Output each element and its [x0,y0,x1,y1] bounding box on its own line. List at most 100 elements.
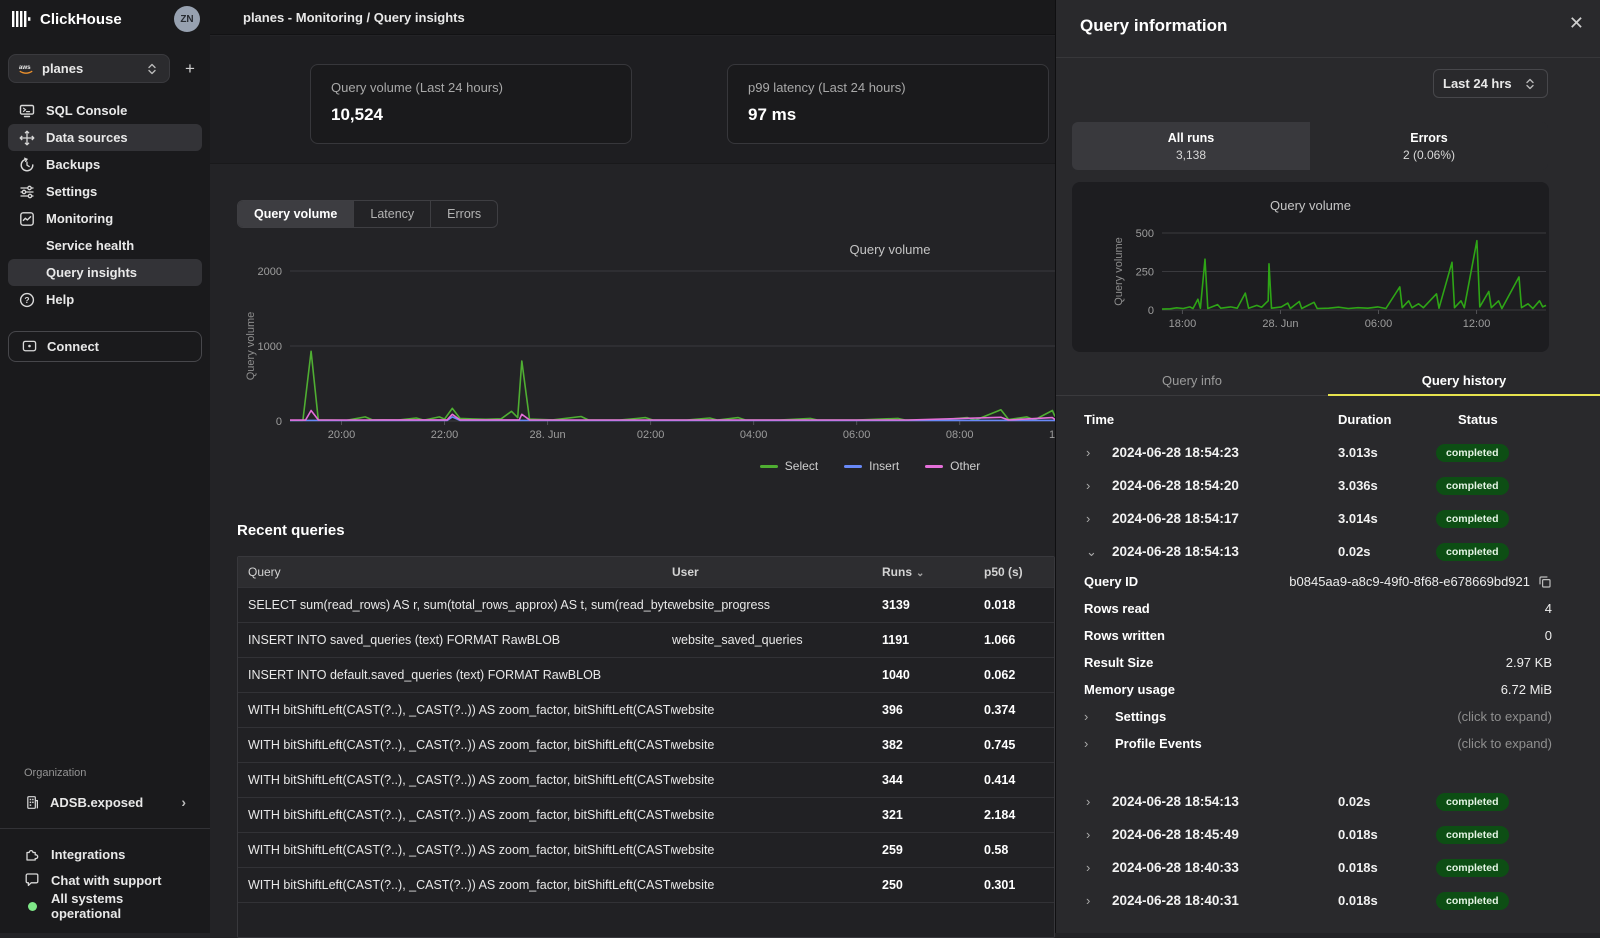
p50-cell: 0.414 [984,773,1054,787]
table-row[interactable]: WITH bitShiftLeft(CAST(?..), _CAST(?..))… [238,867,1054,902]
recent-queries-body: SELECT sum(read_rows) AS r, sum(total_ro… [238,587,1054,937]
mini-query-volume-chart: 025050018:0028. Jun06:0012:00Query volum… [1072,222,1549,350]
detail-row-profile-events[interactable]: ›Profile Events(click to expand) [1056,730,1600,757]
sidebar-item-label: Settings [46,184,97,199]
expand-chevron-icon[interactable]: › [1086,827,1100,842]
status-badge: completed [1436,510,1509,528]
table-row[interactable]: WITH bitShiftLeft(CAST(?..), _CAST(?..))… [238,692,1054,727]
sidebar-item-settings[interactable]: Settings [8,178,202,205]
detail-row-settings[interactable]: ›Settings(click to expand) [1056,703,1600,730]
svg-text:04:00: 04:00 [740,429,768,441]
footer-item-integrations[interactable]: Integrations [0,841,210,867]
history-row[interactable]: ›2024-06-28 18:54:203.036scompleted [1056,469,1600,502]
legend-item-other[interactable]: Other [925,459,980,473]
column-query[interactable]: Query [238,565,672,579]
tab-query-volume[interactable]: Query volume [238,201,353,227]
svg-text:2000: 2000 [258,266,282,278]
table-row[interactable]: WITH bitShiftLeft(CAST(?..), _CAST(?..))… [238,762,1054,797]
p50-cell: 0.374 [984,703,1054,717]
tab-query-history[interactable]: Query history [1328,366,1600,396]
sidebar-item-help[interactable]: ?Help [8,286,202,313]
summary-errors[interactable]: Errors 2 (0.06%) [1310,122,1548,170]
expand-chevron-icon[interactable]: › [1086,860,1100,875]
history-row[interactable]: ›2024-06-28 18:54:173.014scompleted [1056,502,1600,535]
tab-errors[interactable]: Errors [430,201,497,227]
query-volume-chart: 01000200020:0022:0028. Jun02:0004:0006:0… [210,240,1055,450]
help-icon: ? [19,292,35,308]
collapse-chevron-icon[interactable]: ⌄ [1086,544,1100,560]
stat-label: Query volume (Last 24 hours) [331,80,611,95]
sidebar-item-service-health[interactable]: Service health [8,232,202,259]
stat-label: p99 latency (Last 24 hours) [748,80,1028,95]
table-row[interactable]: WITH bitShiftLeft(CAST(?..), _CAST(?..))… [238,727,1054,762]
query-cell: WITH bitShiftLeft(CAST(?..), _CAST(?..))… [238,878,672,892]
svg-text:06:00: 06:00 [1365,318,1393,330]
breadcrumb: planes - Monitoring / Query insights [243,10,465,25]
expand-chevron-icon[interactable]: › [1086,478,1100,493]
expand-chevron-icon[interactable]: › [1086,511,1100,526]
svg-text:250: 250 [1136,267,1154,279]
detail-label: Rows read [1084,601,1150,616]
table-row[interactable]: INSERT INTO saved_queries (text) FORMAT … [238,622,1054,657]
expand-chevron-icon[interactable]: › [1084,709,1098,724]
history-duration: 0.02s [1338,794,1424,809]
column-p50[interactable]: p50 (s) [984,565,1054,579]
legend-item-select[interactable]: Select [760,459,818,473]
copy-icon[interactable] [1538,575,1552,589]
tab-query-info[interactable]: Query info [1056,366,1328,395]
status-badge: completed [1436,892,1509,910]
expand-chevron-icon[interactable]: › [1084,736,1098,751]
expand-chevron-icon[interactable]: › [1086,794,1100,809]
expand-chevron-icon[interactable]: › [1086,445,1100,460]
table-row[interactable] [238,902,1054,937]
service-selector[interactable]: aws planes [8,54,170,83]
add-service-button[interactable]: + [178,59,202,79]
table-row[interactable]: SELECT sum(read_rows) AS r, sum(total_ro… [238,587,1054,622]
sidebar-item-backups[interactable]: Backups [8,151,202,178]
connect-button[interactable]: Connect [8,331,202,362]
close-icon[interactable]: ✕ [1569,13,1584,34]
history-row[interactable]: ›2024-06-28 18:40:330.018scompleted [1056,851,1600,884]
svg-text:28. Jun: 28. Jun [530,429,566,441]
connect-icon [21,339,37,355]
sidebar-item-query-insights[interactable]: Query insights [8,259,202,286]
runs-cell: 382 [882,738,984,752]
sidebar-item-sql-console[interactable]: SQL Console [8,97,202,124]
history-row[interactable]: ›2024-06-28 18:54:130.02scompleted [1056,785,1600,818]
query-cell: WITH bitShiftLeft(CAST(?..), _CAST(?..))… [238,808,672,822]
svg-text:22:00: 22:00 [431,429,459,441]
query-cell: INSERT INTO default.saved_queries (text)… [238,668,672,682]
tab-latency[interactable]: Latency [353,201,430,227]
table-row[interactable]: INSERT INTO default.saved_queries (text)… [238,657,1054,692]
expand-chevron-icon[interactable]: › [1086,893,1100,908]
sidebar-item-data-sources[interactable]: Data sources [8,124,202,151]
chat-icon [24,872,40,888]
history-row[interactable]: ›2024-06-28 18:40:310.018scompleted [1056,884,1600,917]
detail-label: Profile Events [1115,736,1202,751]
clickhouse-logo-icon [10,8,32,30]
table-row[interactable]: WITH bitShiftLeft(CAST(?..), _CAST(?..))… [238,797,1054,832]
history-row[interactable]: ›2024-06-28 18:45:490.018scompleted [1056,818,1600,851]
avatar[interactable]: ZN [174,6,200,32]
summary-all-runs[interactable]: All runs 3,138 [1072,122,1310,170]
svg-text:02:00: 02:00 [637,429,665,441]
sidebar-item-label: Service health [46,238,134,253]
detail-label: Rows written [1084,628,1165,643]
detail-value: 2.97 KB [1506,655,1552,670]
column-runs[interactable]: Runs⌄ [882,565,984,579]
history-row[interactable]: ›2024-06-28 18:54:233.013scompleted [1056,436,1600,469]
history-row[interactable]: ⌄2024-06-28 18:54:130.02scompleted [1056,535,1600,568]
column-user[interactable]: User [672,565,882,579]
footer-item-chat-with-support[interactable]: Chat with support [0,867,210,893]
organization-switcher[interactable]: ADSB.exposed › [0,788,210,816]
sidebar-item-monitoring[interactable]: Monitoring [8,205,202,232]
runs-cell: 396 [882,703,984,717]
svg-text:500: 500 [1136,228,1154,240]
query-cell: SELECT sum(read_rows) AS r, sum(total_ro… [238,598,672,612]
legend-item-insert[interactable]: Insert [844,459,899,473]
footer-item-all-systems-operational[interactable]: All systems operational [0,893,210,919]
table-row[interactable]: WITH bitShiftLeft(CAST(?..), _CAST(?..))… [238,832,1054,867]
chart-legend: Select Insert Other [660,459,1080,473]
time-range-selector[interactable]: Last 24 hrs [1433,69,1548,98]
data-sources-icon [19,130,35,146]
